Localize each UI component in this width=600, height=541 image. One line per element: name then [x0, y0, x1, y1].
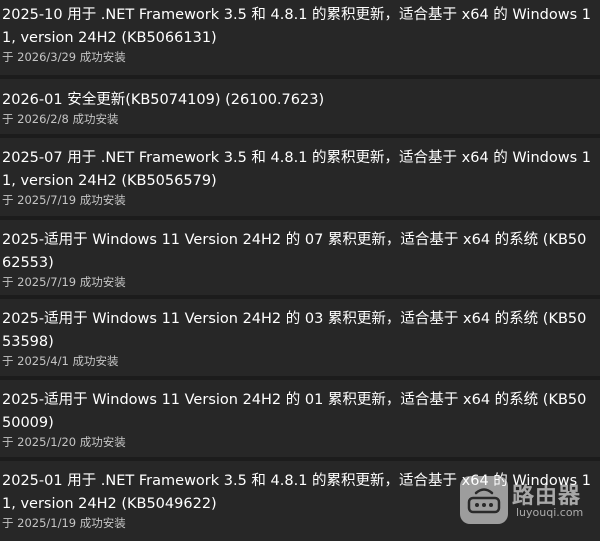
update-title: 2025-10 用于 .NET Framework 3.5 和 4.8.1 的累…	[2, 7, 591, 46]
update-title: 2026-01 安全更新(KB5074109) (26100.7623)	[2, 92, 325, 108]
update-status: 于 2025/1/19 成功安装	[2, 516, 126, 530]
update-title: 2025-适用于 Windows 11 Version 24H2 的 07 累积…	[2, 232, 587, 271]
update-item[interactable]: 2025-07 用于 .NET Framework 3.5 和 4.8.1 的累…	[0, 138, 600, 216]
update-item[interactable]: 2025-01 用于 .NET Framework 3.5 和 4.8.1 的累…	[0, 461, 600, 541]
update-status: 于 2025/7/19 成功安装	[2, 275, 126, 289]
update-item[interactable]: 2025-适用于 Windows 11 Version 24H2 的 01 累积…	[0, 380, 600, 457]
update-item[interactable]: 2026-01 安全更新(KB5074109) (26100.7623) 于 2…	[0, 79, 600, 134]
update-title: 2025-01 用于 .NET Framework 3.5 和 4.8.1 的累…	[2, 473, 591, 512]
update-status: 于 2026/3/29 成功安装	[2, 50, 126, 64]
update-title: 2025-适用于 Windows 11 Version 24H2 的 03 累积…	[2, 311, 587, 350]
update-item[interactable]: 2025-适用于 Windows 11 Version 24H2 的 03 累积…	[0, 299, 600, 376]
update-title: 2025-适用于 Windows 11 Version 24H2 的 01 累积…	[2, 392, 587, 431]
update-status: 于 2025/4/1 成功安装	[2, 354, 119, 368]
update-status: 于 2026/2/8 成功安装	[2, 112, 119, 126]
update-item[interactable]: 2025-10 用于 .NET Framework 3.5 和 4.8.1 的累…	[0, 0, 600, 75]
update-title: 2025-07 用于 .NET Framework 3.5 和 4.8.1 的累…	[2, 150, 591, 189]
update-status: 于 2025/7/19 成功安装	[2, 193, 126, 207]
update-item[interactable]: 2025-适用于 Windows 11 Version 24H2 的 07 累积…	[0, 220, 600, 295]
update-status: 于 2025/1/20 成功安装	[2, 435, 126, 449]
